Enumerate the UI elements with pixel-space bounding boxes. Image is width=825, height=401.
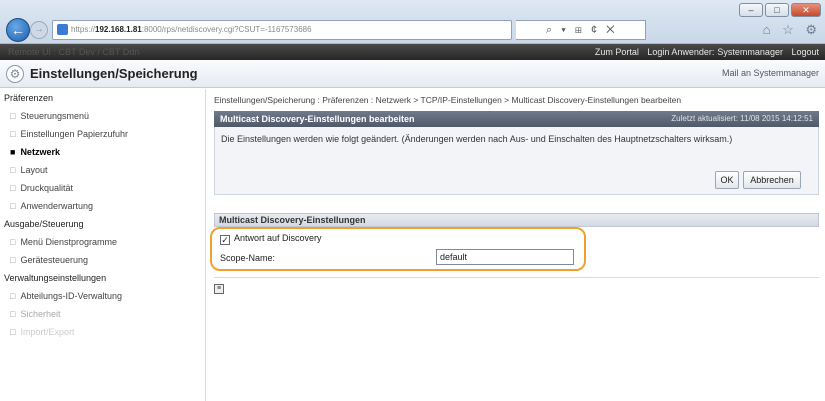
breadcrumb: Einstellungen/Speicherung : Präferenzen …: [214, 95, 682, 105]
sidebar-item-utility-menu[interactable]: □ Menü Dienstprogramme: [0, 233, 205, 251]
bullet-icon: □: [10, 201, 16, 211]
panel-title: Multicast Discovery-Einstellungen bearbe…: [220, 114, 415, 124]
portal-link[interactable]: Zum Portal: [595, 47, 639, 57]
sidebar-item-import-export[interactable]: □ Import/Export: [0, 323, 205, 341]
bullet-icon: □: [10, 111, 16, 121]
address-path: :8000/rps/netdiscovery.cgi?CSUT=-1167573…: [141, 25, 312, 34]
sidebar-item-print-quality[interactable]: □ Druckqualität: [0, 179, 205, 197]
bullet-icon: □: [10, 129, 16, 139]
discovery-response-row[interactable]: ✓ Antwort auf Discovery: [220, 233, 322, 245]
gear-icon: ⚙: [6, 65, 24, 83]
sidebar-item-network[interactable]: ■ Netzwerk: [0, 143, 205, 161]
address-bar[interactable]: https://192.168.1.81:8000/rps/netdiscove…: [52, 20, 512, 40]
cancel-button[interactable]: Abbrechen: [743, 171, 801, 189]
sidebar-group-output-control[interactable]: Ausgabe/Steuerung: [0, 215, 205, 233]
address-tools[interactable]: ⌕ ▾ ⊞ ¢ ✕: [516, 20, 646, 40]
site-icon: [57, 24, 68, 35]
sidebar-item-label: Gerätesteuerung: [20, 255, 88, 265]
sidebar: Präferenzen □ Steuerungsmenü □ Einstellung…: [0, 89, 206, 401]
top-bar: Remote UI : CBT Dev / CBT Ddn Zum Portal…: [0, 44, 825, 60]
section-body: ✓ Antwort auf Discovery Scope-Name: defau…: [210, 227, 819, 271]
ok-button[interactable]: OK: [715, 171, 739, 189]
discovery-response-checkbox[interactable]: ✓: [220, 235, 230, 245]
sidebar-group-preferences[interactable]: Präferenzen: [0, 89, 205, 107]
logout-link[interactable]: Logout: [791, 47, 819, 57]
sidebar-item-label: Menü Dienstprogramme: [20, 237, 117, 247]
page-title: Einstellungen/Speicherung: [30, 66, 198, 81]
bullet-icon: □: [10, 255, 16, 265]
bullet-icon: □: [10, 237, 16, 247]
device-name: Remote UI : CBT Dev / CBT Ddn: [8, 47, 140, 57]
sidebar-item-device-control[interactable]: □ Gerätesteuerung: [0, 251, 205, 269]
address-prefix: https://: [71, 25, 96, 34]
scope-name-input[interactable]: default: [436, 249, 574, 265]
section-header: Multicast Discovery-Einstellungen: [214, 213, 819, 227]
sidebar-item-label: Steuerungsmenü: [20, 111, 89, 121]
back-button[interactable]: ←: [6, 18, 30, 42]
sidebar-item-label: Druckqualität: [20, 183, 73, 193]
login-label: Login Anwender:: [647, 47, 715, 57]
sidebar-item-paper-feed[interactable]: □ Einstellungen Papierzufuhr: [0, 125, 205, 143]
sidebar-item-department-id[interactable]: □ Abteilungs-ID-Verwaltung: [0, 287, 205, 305]
sidebar-item-security[interactable]: □ Sicherheit: [0, 305, 205, 323]
info-message: Die Einstellungen werden wie folgt geänd…: [221, 134, 733, 144]
bullet-icon: □: [10, 183, 16, 193]
bullet-icon: □: [10, 291, 16, 301]
bullet-icon: □: [10, 327, 16, 337]
sidebar-item-label: Abteilungs-ID-Verwaltung: [20, 291, 122, 301]
maximize-button[interactable]: □: [765, 3, 789, 17]
sidebar-item-label: Sicherheit: [20, 309, 61, 319]
last-updated: Zuletzt aktualisiert: 11/08 2015 14:12:5…: [671, 114, 813, 123]
home-favorites-settings-icons[interactable]: ⌂ ☆ ⚙: [763, 22, 821, 38]
bullet-icon: ■: [10, 147, 16, 157]
bullet-icon: □: [10, 165, 16, 175]
sidebar-item-label: Einstellungen Papierzufuhr: [20, 129, 129, 139]
sidebar-item-control-menu[interactable]: □ Steuerungsmenü: [0, 107, 205, 125]
sidebar-item-label: Anwenderwartung: [20, 201, 93, 211]
mail-admin-link[interactable]: Mail an Systemmanager: [722, 68, 819, 78]
discovery-response-label: Antwort auf Discovery: [234, 233, 322, 243]
login-user: Systemmanager: [717, 47, 783, 57]
panel-header: Multicast Discovery-Einstellungen bearbe…: [214, 111, 819, 127]
sidebar-item-layout[interactable]: □ Layout: [0, 161, 205, 179]
browser-chrome: – □ ✕ ← → https://192.168.1.81:8000/rps/…: [0, 0, 825, 44]
sidebar-item-label: Import/Export: [20, 327, 75, 337]
close-window-button[interactable]: ✕: [791, 3, 821, 17]
address-host: 192.168.1.81: [95, 25, 142, 34]
scope-name-label: Scope-Name:: [220, 253, 276, 263]
sidebar-item-label: Netzwerk: [20, 147, 60, 157]
sidebar-item-user-maintenance[interactable]: □ Anwenderwartung: [0, 197, 205, 215]
sidebar-group-management[interactable]: Verwaltungseinstellungen: [0, 269, 205, 287]
bullet-icon: □: [10, 309, 16, 319]
forward-button[interactable]: →: [30, 21, 48, 39]
sidebar-item-label: Layout: [20, 165, 48, 175]
window-controls: – □ ✕: [739, 3, 821, 17]
main-content: Einstellungen/Speicherung : Präferenzen …: [210, 89, 819, 294]
page-top-icon[interactable]: ≡: [214, 284, 224, 294]
panel-body: Die Einstellungen werden wie folgt geänd…: [214, 127, 819, 195]
divider: [214, 277, 819, 278]
top-links: Zum Portal Login Anwender: Systemmanager …: [589, 44, 819, 60]
page-header: ⚙ Einstellungen/Speicherung Mail an Syst…: [0, 60, 825, 88]
minimize-button[interactable]: –: [739, 3, 763, 17]
